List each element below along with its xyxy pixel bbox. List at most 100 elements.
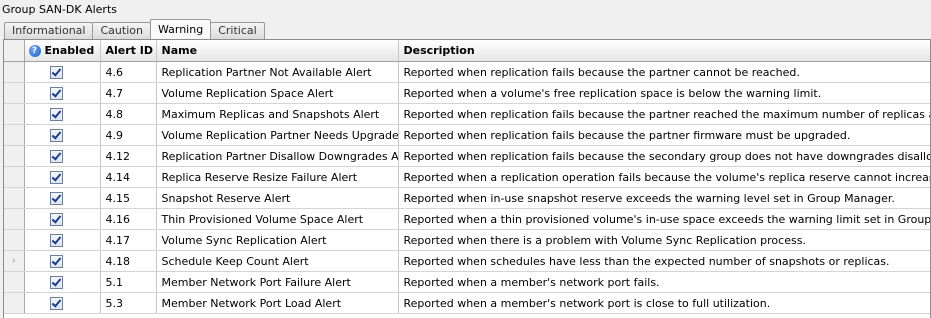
- alert-id-cell: 4.14: [100, 166, 157, 188]
- alert-description-cell: Reported when a volume's free replicatio…: [398, 82, 930, 104]
- tab-strip: Informational Caution Warning Critical: [4, 19, 265, 39]
- alert-description-cell: Reported when a replication operation fa…: [398, 166, 930, 188]
- alert-id-cell: 4.9: [100, 124, 157, 146]
- alert-name-cell: Volume Replication Partner Needs Upgrade…: [156, 124, 399, 146]
- alert-name-cell: Member Network Port Load Alert: [156, 292, 399, 314]
- table-row[interactable]: 4.6 Replication Partner Not Available Ale…: [4, 61, 930, 83]
- alert-id-cell: 4.12: [100, 145, 157, 167]
- alerts-grid: ? Enabled Alert ID Name Description 4.6 Re…: [3, 39, 931, 318]
- alert-name-cell: Maximum Replicas and Snapshots Alert: [156, 103, 399, 125]
- alert-id-cell: 4.18: [100, 250, 157, 272]
- enabled-cell: [24, 229, 101, 251]
- row-selector[interactable]: [4, 145, 25, 167]
- header-row: ? Enabled Alert ID Name Description: [4, 40, 930, 62]
- table-row[interactable]: 5.1 Member Network Port Failure Alert Repo…: [4, 271, 930, 293]
- alert-description-cell: Reported when there is a problem with Vo…: [398, 229, 930, 251]
- column-header-alert-id[interactable]: Alert ID: [100, 40, 157, 62]
- row-selector[interactable]: [4, 166, 25, 188]
- enabled-checkbox[interactable]: [49, 296, 63, 310]
- column-header-enabled-label: Enabled: [44, 44, 95, 57]
- alert-name-cell: Volume Replication Space Alert: [156, 82, 399, 104]
- tab-informational[interactable]: Informational: [4, 22, 94, 39]
- table-row[interactable]: 4.15 Snapshot Reserve Alert Reported when …: [4, 187, 930, 209]
- table-row[interactable]: 4.8 Maximum Replicas and Snapshots Alert R…: [4, 103, 930, 125]
- alert-description-cell: Reported when a member's network port is…: [398, 292, 930, 314]
- enabled-checkbox[interactable]: [49, 65, 63, 79]
- alert-name-cell: Thin Provisioned Volume Space Alert: [156, 208, 399, 230]
- alert-id-cell: 5.3: [100, 292, 157, 314]
- row-selector[interactable]: [4, 124, 25, 146]
- row-selector[interactable]: [4, 229, 25, 251]
- alert-id-cell: 4.17: [100, 229, 157, 251]
- enabled-cell: [24, 166, 101, 188]
- column-header-name[interactable]: Name: [156, 40, 399, 62]
- row-selector-header: [4, 40, 25, 62]
- alert-id-cell: 4.6: [100, 61, 157, 83]
- enabled-cell: [24, 145, 101, 167]
- tab-caution[interactable]: Caution: [92, 22, 151, 39]
- enabled-checkbox[interactable]: [49, 149, 63, 163]
- table-row[interactable]: 4.17 Volume Sync Replication Alert Reporte…: [4, 229, 930, 251]
- alert-description-cell: Reported when replication fails because …: [398, 124, 930, 146]
- alert-description-cell: Reported when schedules have less than t…: [398, 250, 930, 272]
- enabled-checkbox[interactable]: [49, 275, 63, 289]
- row-selector[interactable]: [4, 103, 25, 125]
- alerts-table: ? Enabled Alert ID Name Description 4.6 Re…: [4, 40, 930, 314]
- alert-name-cell: Member Network Port Failure Alert: [156, 271, 399, 293]
- alert-id-cell: 4.8: [100, 103, 157, 125]
- tab-warning[interactable]: Warning: [149, 19, 212, 39]
- enabled-cell: [24, 61, 101, 83]
- table-row[interactable]: › 4.18 Schedule Keep Count Alert Reported w…: [4, 250, 930, 272]
- alert-description-cell: Reported when a thin provisioned volume'…: [398, 208, 930, 230]
- row-selector[interactable]: [4, 208, 25, 230]
- alert-id-cell: 4.15: [100, 187, 157, 209]
- enabled-cell: [24, 103, 101, 125]
- row-selector[interactable]: [4, 292, 25, 314]
- enabled-checkbox[interactable]: [49, 212, 63, 226]
- enabled-cell: [24, 82, 101, 104]
- alert-description-cell: Reported when replication fails because …: [398, 103, 930, 125]
- alert-id-cell: 4.16: [100, 208, 157, 230]
- enabled-checkbox[interactable]: [49, 233, 63, 247]
- alert-name-cell: Replication Partner Not Available Alert: [156, 61, 399, 83]
- enabled-checkbox[interactable]: [49, 107, 63, 121]
- enabled-checkbox[interactable]: [49, 191, 63, 205]
- alert-description-cell: Reported when replication fails because …: [398, 145, 930, 167]
- column-header-description[interactable]: Description: [398, 40, 930, 62]
- alert-name-cell: Schedule Keep Count Alert: [156, 250, 399, 272]
- group-title: Group SAN-DK Alerts: [2, 3, 117, 16]
- help-icon[interactable]: ?: [28, 45, 41, 57]
- row-selector[interactable]: [4, 187, 25, 209]
- enabled-cell: [24, 187, 101, 209]
- row-selector[interactable]: [4, 61, 25, 83]
- enabled-checkbox[interactable]: [49, 170, 63, 184]
- row-selector[interactable]: ›: [4, 250, 25, 272]
- alert-description-cell: Reported when a member's network port fa…: [398, 271, 930, 293]
- alert-name-cell: Volume Sync Replication Alert: [156, 229, 399, 251]
- table-row[interactable]: 4.12 Replication Partner Disallow Downgra…: [4, 145, 930, 167]
- table-row[interactable]: 4.16 Thin Provisioned Volume Space Alert R…: [4, 208, 930, 230]
- enabled-cell: [24, 208, 101, 230]
- tab-critical[interactable]: Critical: [210, 22, 265, 39]
- alert-name-cell: Replication Partner Disallow Downgrades …: [156, 145, 399, 167]
- row-selector[interactable]: [4, 82, 25, 104]
- alert-id-cell: 4.7: [100, 82, 157, 104]
- enabled-cell: [24, 292, 101, 314]
- column-header-enabled[interactable]: ? Enabled: [24, 40, 101, 62]
- enabled-cell: [24, 250, 101, 272]
- enabled-checkbox[interactable]: [49, 128, 63, 142]
- row-selector[interactable]: [4, 271, 25, 293]
- alert-name-cell: Snapshot Reserve Alert: [156, 187, 399, 209]
- alert-id-cell: 5.1: [100, 271, 157, 293]
- alert-name-cell: Replica Reserve Resize Failure Alert: [156, 166, 399, 188]
- enabled-checkbox[interactable]: [49, 254, 63, 268]
- enabled-cell: [24, 124, 101, 146]
- table-row[interactable]: 4.7 Volume Replication Space Alert Reporte…: [4, 82, 930, 104]
- table-row[interactable]: 4.9 Volume Replication Partner Needs Upgr…: [4, 124, 930, 146]
- enabled-cell: [24, 271, 101, 293]
- alert-description-cell: Reported when replication fails because …: [398, 61, 930, 83]
- alert-description-cell: Reported when in-use snapshot reserve ex…: [398, 187, 930, 209]
- table-row[interactable]: 5.3 Member Network Port Load Alert Reporte…: [4, 292, 930, 314]
- table-row[interactable]: 4.14 Replica Reserve Resize Failure Alert…: [4, 166, 930, 188]
- enabled-checkbox[interactable]: [49, 86, 63, 100]
